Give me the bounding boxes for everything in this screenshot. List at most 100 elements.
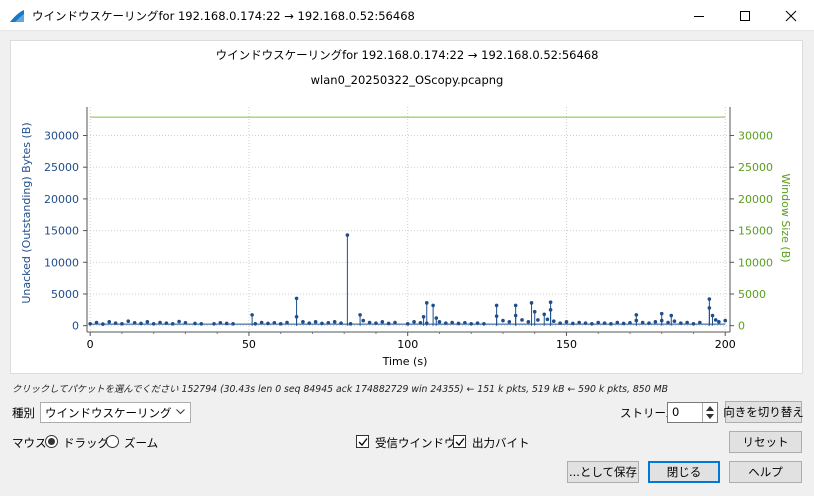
unacked-point: [183, 321, 188, 325]
unacked-point: [212, 321, 216, 326]
unacked-point: [678, 321, 683, 325]
unacked-point: [132, 321, 137, 325]
unacked-point: [348, 321, 353, 326]
unacked-point: [666, 320, 670, 325]
unacked-point: [653, 320, 658, 324]
unacked-point: [659, 311, 664, 316]
unacked-point: [520, 318, 524, 322]
unacked-point: [266, 321, 270, 326]
drag-label: ドラッグ: [63, 436, 109, 450]
unacked-point: [431, 303, 435, 308]
y-tick-label: 0: [72, 320, 79, 333]
save-as-button[interactable]: ...として保存: [567, 461, 639, 483]
minimize-button[interactable]: [676, 0, 722, 31]
maximize-button[interactable]: [722, 0, 768, 31]
unacked-point: [494, 303, 499, 308]
unacked-point: [421, 314, 426, 319]
unacked-point: [285, 320, 289, 325]
unacked-point: [139, 321, 143, 326]
unacked-point: [313, 320, 318, 324]
checkmark-icon: [455, 438, 465, 446]
x-tick-label: 200: [715, 338, 736, 351]
unacked-point: [532, 309, 537, 314]
unacked-point: [602, 321, 607, 325]
unacked-point: [113, 321, 118, 325]
stream-value: 0: [672, 405, 680, 419]
out-bytes-checkbox[interactable]: [453, 435, 466, 448]
unacked-point: [536, 318, 540, 322]
graph-type-select[interactable]: ウインドウスケーリング: [40, 402, 191, 423]
help-button[interactable]: ヘルプ: [729, 461, 802, 483]
type-label: 種別: [12, 406, 35, 420]
recv-window-label: 受信ウインドウ: [375, 436, 456, 450]
unacked-point: [358, 313, 362, 317]
drag-radio[interactable]: [45, 435, 58, 448]
unacked-point: [367, 320, 372, 325]
close-button[interactable]: 閉じる: [648, 461, 720, 483]
close-window-button[interactable]: [768, 0, 814, 31]
unacked-point: [463, 321, 467, 325]
unacked-point: [659, 318, 664, 323]
window-scaling-chart[interactable]: ウインドウスケーリングfor 192.168.0.174:22 → 192.16…: [11, 41, 802, 373]
zoom-label: ズーム: [124, 436, 159, 450]
unacked-point: [513, 303, 518, 308]
unacked-point: [332, 320, 337, 324]
unacked-point: [412, 320, 416, 324]
unacked-point: [710, 313, 715, 318]
unacked-point: [418, 321, 423, 325]
unacked-point: [145, 320, 150, 324]
unacked-point: [707, 297, 712, 301]
wireshark-fin-icon: [10, 10, 24, 22]
unacked-point: [469, 321, 474, 326]
x-tick-label: 0: [87, 338, 94, 351]
recv-window-checkbox[interactable]: [356, 435, 369, 448]
y2-tick-label: 20000: [738, 193, 773, 206]
minimize-icon: [694, 15, 704, 17]
unacked-point: [640, 320, 645, 325]
y-tick-label: 5000: [51, 288, 79, 301]
unacked-point: [542, 312, 547, 317]
unacked-point: [634, 318, 639, 323]
unacked-point: [218, 321, 223, 325]
plot-area[interactable]: ウインドウスケーリングfor 192.168.0.174:22 → 192.16…: [10, 40, 803, 374]
maximize-icon: [740, 10, 750, 21]
switch-direction-button[interactable]: 向きを切り替え: [723, 401, 804, 423]
chart-subtitle: wlan0_20250322_OScopy.pcapng: [311, 73, 504, 87]
unacked-point: [307, 321, 312, 325]
unacked-point: [361, 318, 366, 323]
unacked-point: [558, 321, 562, 325]
spin-up-icon[interactable]: [706, 406, 714, 411]
stream-spinbox[interactable]: 0: [667, 402, 718, 423]
reset-button[interactable]: リセット: [729, 431, 802, 453]
unacked-point: [548, 300, 553, 305]
checkmark-icon: [358, 438, 368, 446]
unacked-point: [250, 313, 254, 317]
y2-axis-label: Window Size (B): [779, 173, 792, 262]
unacked-point: [434, 316, 439, 320]
unacked-point: [101, 322, 105, 326]
unacked-point: [723, 318, 728, 323]
unacked-point: [380, 320, 385, 324]
y2-tick-label: 30000: [738, 130, 773, 143]
window-title: ウインドウスケーリングfor 192.168.0.174:22 → 192.16…: [32, 9, 415, 23]
unacked-point: [634, 313, 639, 317]
unacked-point: [94, 320, 99, 325]
chevron-down-icon: [176, 409, 185, 415]
unacked-point: [272, 321, 277, 325]
unacked-point: [177, 319, 181, 324]
mouse-label: マウス: [12, 436, 47, 450]
unacked-point: [545, 317, 550, 322]
unacked-point: [628, 321, 632, 325]
unacked-point: [717, 320, 721, 324]
unacked-point: [170, 321, 175, 326]
y2-tick-label: 25000: [738, 161, 773, 174]
zoom-radio[interactable]: [106, 435, 119, 448]
stream-spin-buttons[interactable]: [702, 403, 717, 422]
unacked-point: [691, 321, 696, 326]
unacked-point: [450, 320, 454, 325]
x-tick-label: 100: [397, 338, 418, 351]
spin-down-icon[interactable]: [706, 414, 714, 419]
unacked-point: [107, 320, 112, 324]
unacked-point: [259, 320, 264, 325]
out-bytes-label: 出力バイト: [472, 436, 530, 450]
